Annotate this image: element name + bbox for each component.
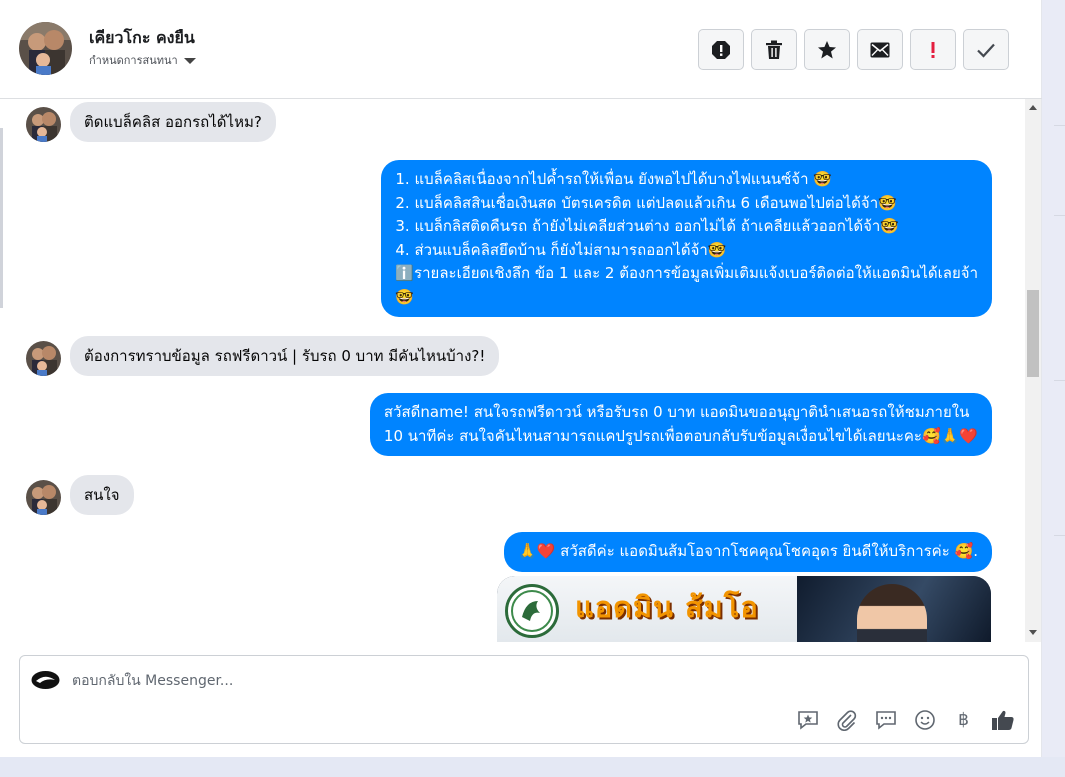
mark-important-button[interactable] bbox=[910, 29, 956, 70]
emoji-button[interactable] bbox=[911, 706, 938, 733]
scroll-thumb[interactable] bbox=[1027, 290, 1039, 377]
mark-unread-button[interactable] bbox=[857, 29, 903, 70]
scroll-down-arrow[interactable] bbox=[1029, 630, 1037, 635]
check-icon bbox=[977, 43, 995, 58]
message-line: 10 นาทีค่ะ สนใจคันไหนสามารถแคปรูปรถเพื่อ… bbox=[383, 426, 978, 445]
like-icon bbox=[991, 710, 1014, 730]
divider bbox=[1054, 535, 1065, 536]
mark-spam-button[interactable] bbox=[698, 29, 744, 70]
outgoing-message[interactable]: 🙏❤️ สวัสดีค่ะ แอดมินส้มโอจากโชคคุณโชคอุด… bbox=[504, 532, 992, 572]
message-thread[interactable]: ติดแบล็คลิส ออกรถได้ไหม? 1. แบล็คลิสเนื่… bbox=[0, 99, 1042, 642]
incoming-message[interactable]: ต้องการทราบข้อมูล รถฟรีดาวน์ | รับรถ 0 บ… bbox=[70, 336, 500, 376]
image-attachment[interactable]: แอดมิน ส้มโอ bbox=[497, 576, 991, 642]
bottom-edge bbox=[0, 757, 1065, 777]
message-line: 2. แบล็คลิสสินเชื่อเงินสด บัตรเครดิต แต่… bbox=[395, 193, 897, 212]
message-line: สวัสดีname! สนใจรถฟรีดาวน์ หรือรับรถ 0 บ… bbox=[383, 403, 970, 421]
contact-avatar bbox=[26, 480, 61, 515]
star-button[interactable] bbox=[804, 29, 850, 70]
baht-icon: ฿ bbox=[958, 709, 969, 730]
saved-reply-icon bbox=[797, 710, 818, 730]
incoming-message[interactable]: สนใจ bbox=[70, 475, 134, 515]
divider bbox=[1054, 125, 1065, 126]
payment-button[interactable]: ฿ bbox=[950, 706, 977, 733]
chat-icon bbox=[875, 710, 896, 730]
caret-down-icon bbox=[183, 58, 196, 64]
emoji-icon bbox=[914, 709, 935, 730]
header-actions bbox=[698, 29, 1009, 70]
attach-icon bbox=[837, 709, 856, 731]
right-edge bbox=[1042, 0, 1065, 757]
incoming-message[interactable]: ติดแบล็คลิส ออกรถได้ไหม? bbox=[70, 102, 276, 142]
quick-reply-button[interactable] bbox=[872, 706, 899, 733]
reply-composer: ฿ bbox=[19, 655, 1029, 744]
page-avatar bbox=[31, 669, 60, 691]
message-line: 1. แบล็คลิสเนื่องจากไปค้ำรถให้เพื่อน ยัง… bbox=[395, 170, 832, 188]
company-logo bbox=[505, 584, 559, 638]
contact-avatar[interactable] bbox=[19, 22, 72, 75]
reply-input[interactable] bbox=[72, 669, 832, 693]
conversation-header: เคียวโกะ คงยืน กำหนดการสนทนา bbox=[0, 0, 1042, 99]
banner-title: แอดมิน ส้มโอ bbox=[575, 590, 759, 624]
message-line: 🙏❤️ สวัสดีค่ะ แอดมินส้มโอจากโชคคุณโชคอุด… bbox=[518, 542, 978, 560]
contact-avatar bbox=[26, 107, 61, 142]
mail-icon bbox=[870, 42, 890, 57]
message-line: 4. ส่วนแบล็คลิสยึดบ้าน ก็ยังไม่สามารถออก… bbox=[395, 240, 727, 259]
attach-button[interactable] bbox=[833, 706, 860, 733]
schedule-label: กำหนดการสนทนา bbox=[89, 54, 178, 67]
divider bbox=[1054, 380, 1065, 381]
scroll-up-arrow[interactable] bbox=[1029, 105, 1037, 110]
message-line: 3. แบล็กลิสติดคืนรถ ถ้ายังไม่เคลียส่วนต่… bbox=[395, 217, 900, 235]
outgoing-message[interactable]: 1. แบล็คลิสเนื่องจากไปค้ำรถให้เพื่อน ยัง… bbox=[381, 160, 992, 317]
star-icon bbox=[818, 40, 836, 58]
alert-icon bbox=[712, 40, 730, 59]
message-line: 🤓 bbox=[395, 287, 415, 306]
composer-tools: ฿ bbox=[794, 706, 1016, 733]
schedule-dropdown[interactable]: กำหนดการสนทนา bbox=[89, 51, 196, 69]
delete-button[interactable] bbox=[751, 29, 797, 70]
contact-name: เคียวโกะ คงยืน bbox=[89, 28, 195, 47]
outgoing-message[interactable]: สวัสดีname! สนใจรถฟรีดาวน์ หรือรับรถ 0 บ… bbox=[369, 393, 992, 456]
contact-avatar bbox=[26, 341, 61, 376]
trash-icon bbox=[766, 40, 782, 59]
like-button[interactable] bbox=[989, 706, 1016, 733]
saved-replies-button[interactable] bbox=[794, 706, 821, 733]
message-line: ℹ️รายละเอียดเชิงลึก ข้อ 1 และ 2 ต้องการข… bbox=[395, 264, 978, 282]
thread-scrollbar[interactable] bbox=[1025, 99, 1041, 642]
mark-done-button[interactable] bbox=[963, 29, 1009, 70]
important-icon bbox=[931, 41, 935, 58]
divider bbox=[1054, 215, 1065, 216]
